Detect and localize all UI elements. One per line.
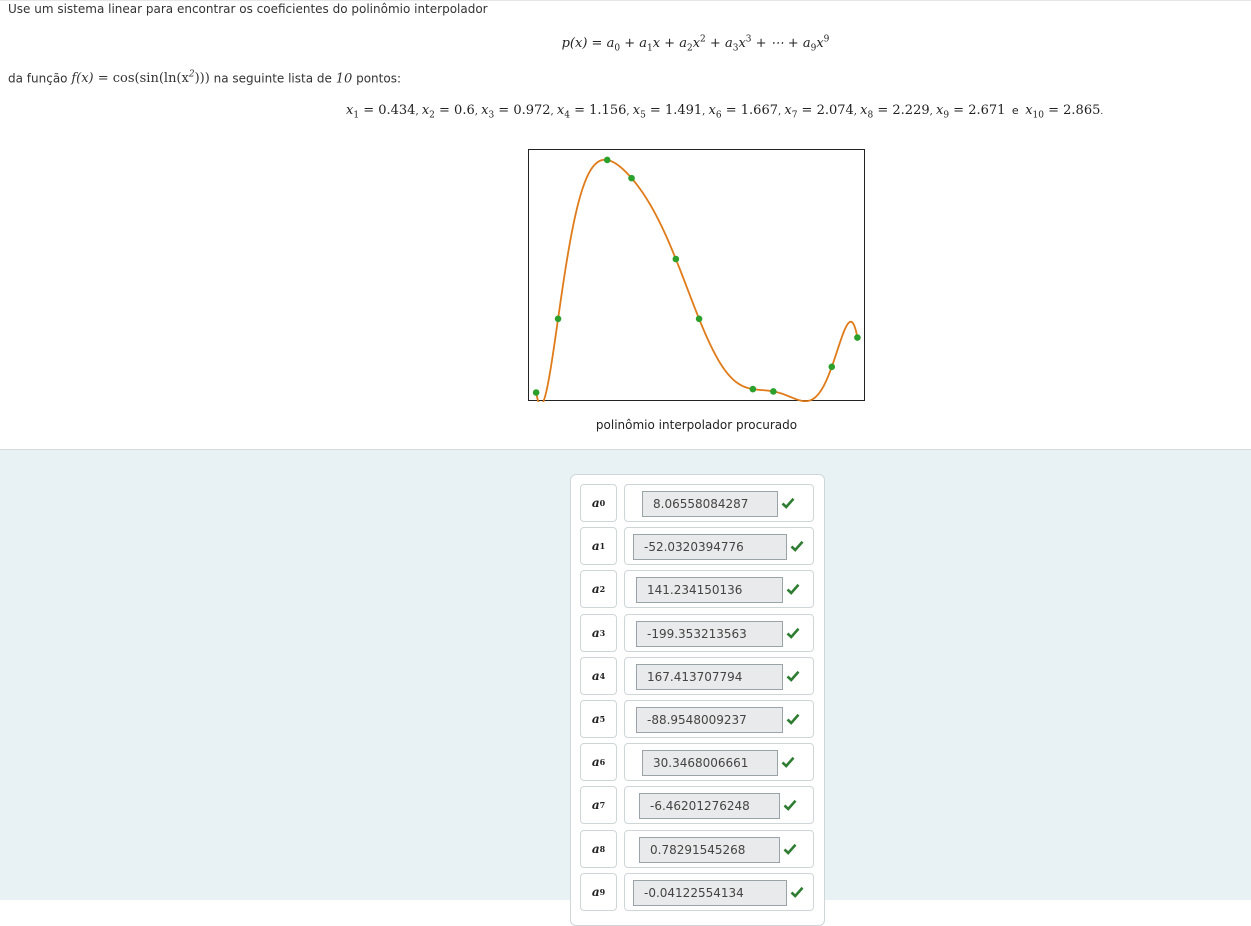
point-item: x2 = 0.6 — [421, 103, 475, 121]
point-item: x6 = 1.667 — [708, 103, 778, 121]
poly-term: x + a — [652, 36, 687, 52]
coefficient-input[interactable]: 141.234150136 — [636, 577, 783, 604]
poly-term: + ⋯ + a — [751, 36, 811, 52]
coefficient-label: a1 — [580, 527, 617, 566]
point-item: x9 = 2.671 — [935, 103, 1006, 121]
coefficient-input[interactable]: 0.78291545268 — [639, 836, 780, 863]
poly-term: + a — [705, 36, 733, 52]
point-item: x1 = 0.434 — [346, 103, 416, 121]
question-area: Use um sistema linear para encontrar os … — [0, 0, 1251, 450]
point-item: x5 = 1.491 — [632, 103, 703, 121]
coefficient-input[interactable]: -0.04122554134 — [633, 879, 787, 906]
coefficient-cell: -6.46201276248 — [624, 786, 814, 825]
check-icon — [781, 757, 795, 769]
interpolating-curve — [535, 158, 859, 402]
polynomial-formula: p(x) = a0 + a1x + a2x2 + a3x3 + ⋯ + a9x9 — [0, 35, 1251, 54]
poly-lhs: p(x) = — [561, 36, 607, 52]
coefficient-cell: 8.06558084287 — [624, 484, 814, 522]
coefficient-cell: -0.04122554134 — [624, 872, 814, 911]
check-icon — [786, 627, 800, 639]
poly-term: 9 — [823, 35, 830, 45]
data-point — [628, 174, 635, 182]
coefficients-panel: a 0 8.06558084287 a 1 -52.0320394776 a 2 141.234… — [570, 474, 825, 926]
poly-term: x — [738, 36, 746, 52]
check-icon — [790, 541, 804, 553]
check-icon — [783, 800, 797, 812]
coefficient-label: a8 — [580, 829, 617, 868]
coefficient-input[interactable]: -6.46201276248 — [639, 793, 780, 820]
coefficient-cell: 167.413707794 — [624, 656, 814, 695]
data-point — [828, 363, 836, 371]
data-point — [854, 334, 861, 341]
coefficient-cell: 0.78291545268 — [624, 829, 814, 868]
coefficient-label: a2 — [580, 570, 617, 609]
coefficient-input[interactable]: -88.9548009237 — [636, 707, 783, 733]
coefficient-cell: 141.234150136 — [624, 570, 814, 609]
plot-canvas — [532, 156, 861, 402]
coefficient-input[interactable]: -52.0320394776 — [633, 534, 787, 561]
point-item: x4 = 1.156 — [556, 103, 627, 121]
data-point — [603, 156, 611, 164]
check-icon — [783, 843, 797, 855]
coefficient-cell: 30.3468006661 — [624, 743, 814, 782]
points-joiner: e — [1008, 104, 1023, 117]
coefficient-label: a0 — [580, 484, 617, 522]
coefficient-cell: -88.9548009237 — [624, 700, 814, 738]
function-line: da função f(x) = cos(sin(ln(x2))) na seg… — [8, 70, 401, 87]
point-item: x3 = 0.972 — [481, 103, 551, 121]
data-point — [672, 255, 680, 263]
point-item: x8 = 2.229 — [860, 103, 930, 121]
check-icon — [786, 584, 800, 596]
coefficient-label: a6 — [580, 743, 617, 782]
check-icon — [781, 497, 795, 509]
coefficient-label: a5 — [580, 700, 617, 738]
intro-text: Use um sistema linear para encontrar os … — [8, 2, 488, 16]
coefficient-input[interactable]: -199.353213563 — [636, 620, 783, 647]
coefficient-cell: -52.0320394776 — [624, 527, 814, 566]
point-item: x10 = 2.865 — [1025, 103, 1101, 121]
data-point — [554, 315, 562, 323]
coefficient-input[interactable]: 167.413707794 — [636, 663, 783, 690]
coefficient-cell: -199.353213563 — [624, 613, 814, 652]
data-point — [695, 315, 703, 323]
coefficient-label: a7 — [580, 786, 617, 825]
coefficient-input[interactable]: 30.3468006661 — [642, 750, 778, 777]
function-formula: f(x) = cos(sin(ln(x2))) — [71, 70, 210, 87]
data-point — [532, 389, 540, 396]
points-list: x1 = 0.434, x2 = 0.6, x3 = 0.972, x4 = 1… — [346, 103, 1104, 121]
interpolation-plot — [528, 149, 865, 402]
coefficient-label: a3 — [580, 613, 617, 652]
poly-term: + a — [620, 36, 647, 52]
data-point — [749, 385, 757, 393]
coefficient-label: a4 — [580, 656, 617, 695]
coefficient-label: a9 — [580, 872, 617, 911]
check-icon — [790, 886, 804, 898]
point-item: x7 = 2.074 — [784, 103, 854, 121]
data-point — [770, 388, 777, 395]
poly-term: x — [692, 36, 701, 52]
coefficient-input[interactable]: 8.06558084287 — [642, 491, 778, 517]
check-icon — [786, 713, 800, 725]
plot-caption: polinômio interpolador procurado — [595, 418, 798, 432]
check-icon — [786, 670, 800, 682]
poly-term: x — [816, 36, 824, 52]
